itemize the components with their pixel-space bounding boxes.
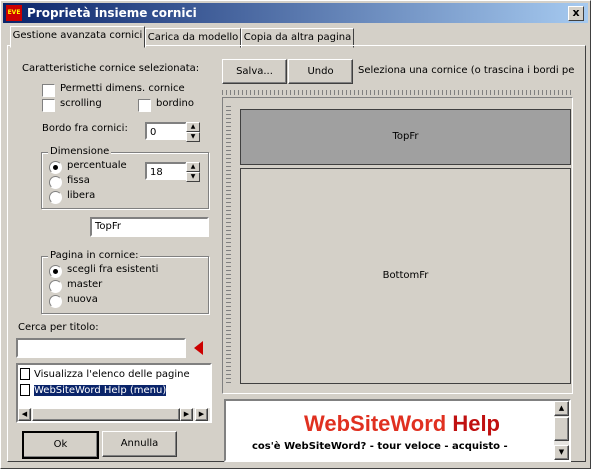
radio-percentuale[interactable] — [49, 161, 62, 174]
scroll-thumb[interactable] — [32, 408, 180, 421]
search-label: Cerca per titolo: — [18, 322, 99, 333]
radio-master-label: master — [67, 279, 103, 290]
page-in-frame-label: Pagina in cornice: — [48, 250, 141, 261]
app-icon: EVE — [6, 5, 22, 21]
scroll-right-end-icon[interactable]: ▶ — [195, 408, 208, 421]
document-icon — [20, 368, 30, 380]
dimension-input[interactable]: 18 — [145, 162, 187, 180]
scroll-left-icon[interactable]: ◀ — [18, 408, 31, 421]
horizontal-scrollbar[interactable]: ◀ ▶ ▶ — [18, 408, 210, 421]
frame-layout-editor[interactable]: TopFr BottomFr — [222, 97, 573, 394]
radio-libera-label: libera — [67, 190, 96, 201]
border-label: bordino — [156, 98, 194, 109]
frame-border-spinner[interactable]: ▲ ▼ — [186, 122, 200, 142]
preview-scrollbar[interactable]: ▲ ▼ — [554, 401, 569, 460]
preview-brand: WebSiteWord Help — [304, 411, 500, 436]
resize-label: Permetti dimens. cornice — [60, 83, 185, 94]
preview-nav: cos'è WebSiteWord? - tour veloce - acqui… — [252, 441, 508, 452]
frame-bottomfr[interactable]: BottomFr — [240, 168, 571, 384]
radio-fissa-label: fissa — [67, 175, 90, 186]
scrolling-label: scrolling — [60, 98, 102, 109]
page-preview: WebSiteWord Help cos'è WebSiteWord? - to… — [224, 399, 571, 462]
ok-button[interactable]: Ok — [22, 431, 99, 459]
frame-border-label: Bordo fra cornici: — [42, 123, 128, 134]
search-input[interactable] — [16, 338, 186, 358]
vertical-ruler — [226, 106, 231, 386]
list-item[interactable]: Visualizza l'elenco delle pagine — [20, 367, 190, 382]
scroll-right-icon[interactable]: ▶ — [180, 408, 193, 421]
save-button[interactable]: Salva... — [222, 59, 287, 84]
resize-checkbox[interactable] — [42, 84, 55, 97]
dimension-group-label: Dimensione — [48, 146, 112, 157]
hint-text: Seleziona una cornice (o trascina i bord… — [358, 65, 574, 76]
scroll-up-icon[interactable]: ▲ — [554, 401, 569, 416]
border-checkbox[interactable] — [138, 99, 151, 112]
tab-gestione-avanzata[interactable]: Gestione avanzata cornici — [10, 26, 145, 48]
search-arrow-icon[interactable] — [193, 341, 203, 355]
radio-nuova-label: nuova — [67, 294, 98, 305]
preview-scroll-thumb[interactable] — [554, 417, 569, 441]
document-icon — [20, 384, 30, 396]
list-item[interactable]: WebSiteWord Help (menu) — [20, 383, 167, 398]
radio-master[interactable] — [49, 280, 62, 293]
radio-nuova[interactable] — [49, 295, 62, 308]
scrolling-checkbox[interactable] — [42, 99, 55, 112]
frame-border-input[interactable]: 0 — [145, 122, 187, 140]
section-label: Caratteristiche cornice selezionata: — [22, 63, 200, 74]
scroll-down-icon[interactable]: ▼ — [554, 445, 569, 460]
radio-scegli[interactable] — [49, 265, 62, 278]
undo-button[interactable]: Undo — [288, 59, 353, 84]
page-list[interactable]: Visualizza l'elenco delle pagine WebSite… — [16, 363, 212, 423]
horizontal-ruler — [222, 90, 571, 95]
radio-fissa[interactable] — [49, 176, 62, 189]
radio-libera[interactable] — [49, 191, 62, 204]
window-title: Proprietà insieme cornici — [27, 6, 197, 20]
dialog-window: EVE Proprietà insieme cornici x Gestione… — [0, 0, 591, 469]
close-button[interactable]: x — [568, 6, 584, 21]
frame-name-input[interactable]: TopFr — [90, 217, 209, 237]
radio-scegli-label: scegli fra esistenti — [67, 264, 159, 275]
title-bar: EVE Proprietà insieme cornici x — [3, 3, 588, 23]
cancel-button[interactable]: Annulla — [102, 431, 177, 457]
dimension-spinner[interactable]: ▲ ▼ — [186, 162, 200, 182]
radio-percentuale-label: percentuale — [67, 160, 127, 171]
frame-topfr[interactable]: TopFr — [240, 109, 571, 165]
